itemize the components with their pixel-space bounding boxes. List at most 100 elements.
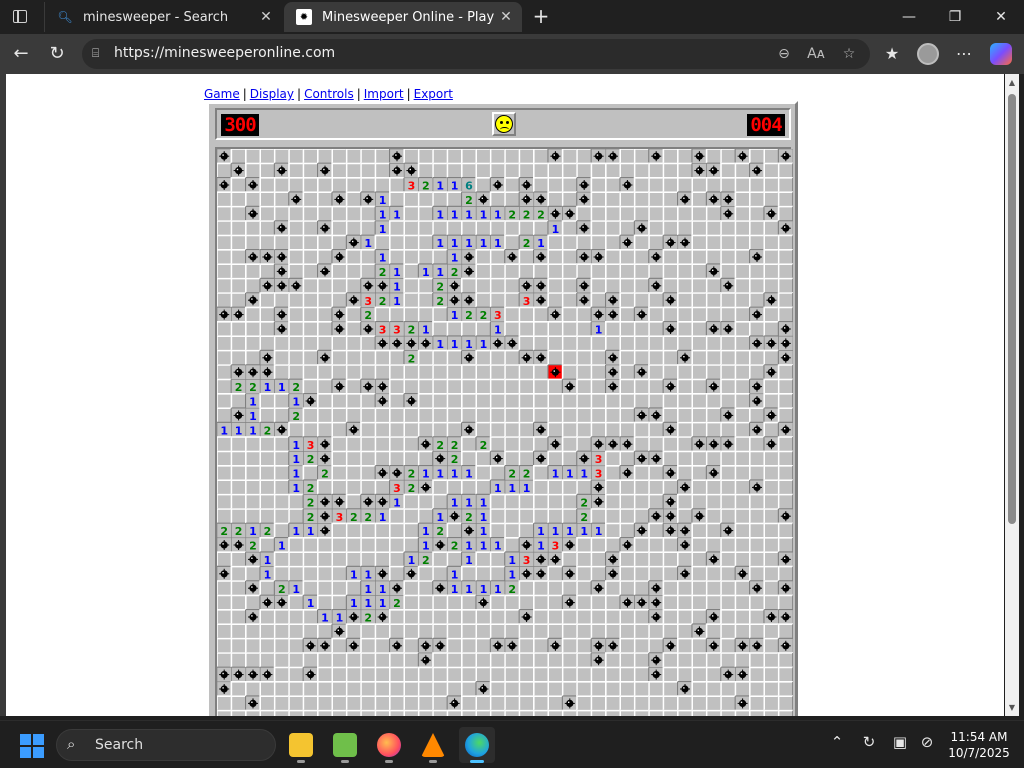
cell[interactable] [749,191,765,208]
cell[interactable] [230,623,247,640]
cell[interactable] [691,565,708,582]
cell[interactable] [763,378,780,395]
cell[interactable] [230,191,247,208]
cell[interactable] [749,695,765,712]
cell[interactable] [763,666,780,683]
cell[interactable] [619,321,636,337]
cell[interactable] [504,378,521,395]
cell[interactable] [317,149,333,165]
mine-icon[interactable] [778,350,793,366]
cell[interactable] [533,306,549,323]
cell[interactable] [633,162,650,179]
cell[interactable] [273,637,290,654]
mine-icon[interactable] [763,335,779,351]
cell[interactable] [619,205,636,222]
cell[interactable] [461,321,477,337]
cell[interactable] [533,321,549,337]
cell[interactable] [230,263,247,280]
number-cell[interactable]: 2 [403,479,419,495]
vlc-app[interactable] [415,727,451,763]
cell[interactable] [561,349,578,366]
cell[interactable] [360,149,377,165]
mine-icon[interactable] [547,638,563,654]
cell[interactable] [217,623,233,640]
cell[interactable] [259,479,276,496]
cell[interactable] [561,652,578,669]
mine-icon[interactable] [576,191,592,207]
cell[interactable] [259,263,276,280]
favorites-icon[interactable]: ★ [879,42,905,66]
cell[interactable] [245,436,261,453]
mine-icon[interactable] [360,321,376,337]
cell[interactable] [288,335,305,352]
cell[interactable] [677,220,693,237]
number-cell[interactable]: 1 [288,465,304,481]
mine-icon[interactable] [461,350,477,366]
mine-icon[interactable] [447,508,463,524]
cell[interactable] [374,421,391,438]
number-cell[interactable]: 1 [447,465,463,481]
cell[interactable] [705,421,722,438]
cell[interactable] [590,393,607,409]
cell[interactable] [475,450,492,467]
cell[interactable] [619,623,636,640]
cell[interactable] [259,162,276,179]
cell[interactable] [777,378,793,395]
cell[interactable] [504,695,521,712]
cell[interactable] [302,465,319,481]
cell[interactable] [720,594,737,611]
mine-icon[interactable] [677,191,693,207]
cell[interactable] [288,364,305,381]
cell[interactable] [677,436,693,453]
cell[interactable] [561,493,578,510]
cell[interactable] [475,551,492,568]
mine-icon[interactable] [663,494,679,510]
cell[interactable] [777,594,793,611]
cell[interactable] [403,695,420,712]
cell[interactable] [576,234,593,251]
cell[interactable] [763,349,780,366]
cell[interactable] [432,695,449,712]
cell[interactable] [734,493,751,510]
cell[interactable] [705,364,722,381]
mine-icon[interactable] [274,278,290,294]
cell[interactable] [331,436,348,453]
cell[interactable] [374,177,391,193]
cell[interactable] [317,364,333,381]
cell[interactable] [619,493,636,510]
cell[interactable] [475,465,492,481]
cell[interactable] [273,695,290,712]
cell[interactable] [403,709,420,716]
cell[interactable] [432,681,449,697]
cell[interactable] [446,479,463,496]
number-cell[interactable]: 1 [259,551,275,567]
cell[interactable] [217,479,233,496]
cell[interactable] [576,652,593,669]
mine-icon[interactable] [360,278,376,294]
cell[interactable] [518,580,535,597]
mine-icon[interactable] [648,451,664,467]
mine-icon[interactable] [634,523,650,539]
cell[interactable] [518,709,535,716]
number-cell[interactable]: 1 [547,465,563,481]
cell[interactable] [561,292,578,309]
mine-icon[interactable] [634,595,650,611]
cell[interactable] [475,149,492,165]
cell[interactable] [691,335,708,352]
cell[interactable] [561,450,578,467]
number-cell[interactable]: 1 [490,580,506,596]
cell[interactable] [633,479,650,496]
cell[interactable] [489,191,506,208]
cell[interactable] [317,321,333,337]
cell[interactable] [302,580,319,597]
number-cell[interactable]: 1 [418,523,434,538]
cell[interactable] [561,666,578,683]
cell[interactable] [446,623,463,640]
cell[interactable] [403,580,420,597]
cell[interactable] [605,666,621,683]
cell[interactable] [475,292,492,309]
cell[interactable] [461,652,477,669]
cell[interactable] [345,149,362,165]
cell[interactable] [576,393,593,409]
cell[interactable] [345,479,362,496]
